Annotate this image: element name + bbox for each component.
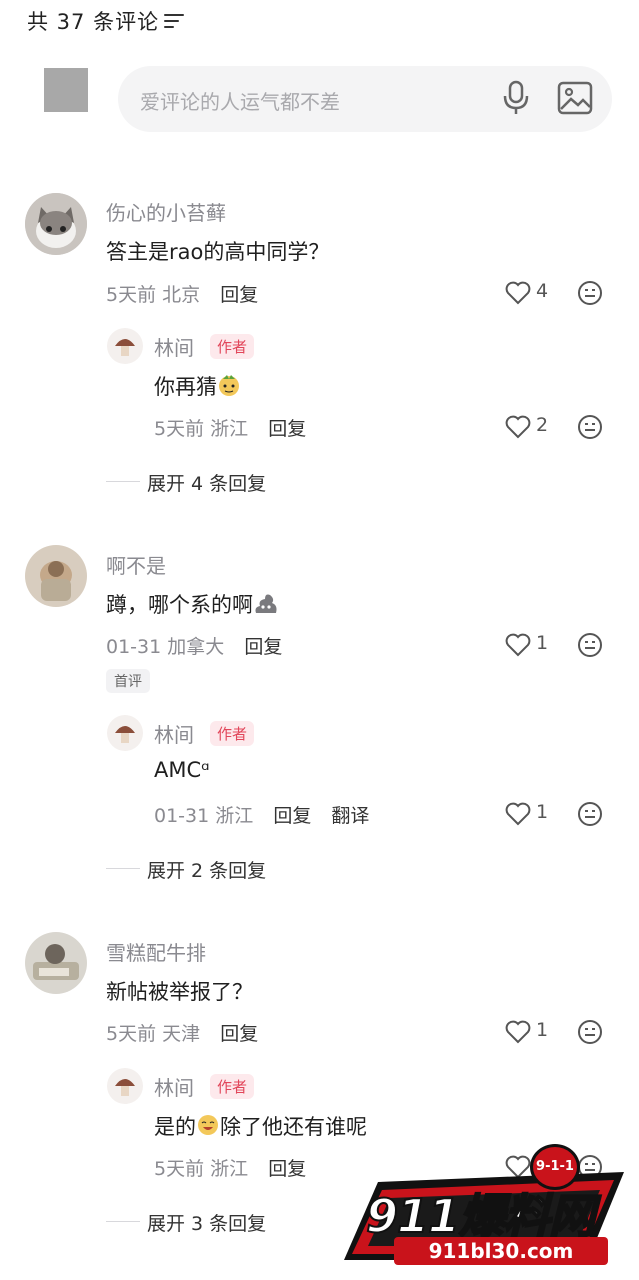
like-count: 1 [536,632,549,654]
comment-username[interactable]: 伤心的小苔藓 [106,197,226,226]
emoji-react-icon[interactable] [577,632,603,662]
reply-time: 5天前 [154,1158,205,1180]
emoji-react-icon[interactable] [577,414,603,444]
reply-location: 浙江 [215,805,254,827]
watermark-url: 911bl30.com [394,1237,608,1265]
expand-divider [106,481,140,482]
reply-text-before: 是的 [154,1115,196,1139]
expand-divider [106,868,140,869]
reply-time: 01-31 [154,805,210,827]
watermark-badge: 9-1-1 [530,1144,580,1190]
comment-meta: 5天前 天津 回复 [106,1019,258,1046]
expand-replies-button[interactable]: 展开 4 条回复 [147,469,266,496]
reply-button[interactable]: 回复 [268,1158,306,1180]
comment-text: 答主是rao的高中同学？ [106,240,330,264]
emoji-react-icon[interactable] [577,801,603,831]
translate-button[interactable]: 翻译 [331,805,369,827]
user-avatar[interactable] [25,932,87,994]
sort-filter-icon[interactable] [164,12,184,30]
like-count: 4 [536,280,549,302]
comment-username[interactable]: 雪糕配牛排 [106,937,206,966]
author-avatar[interactable] [107,715,143,751]
poop-emoji-icon [255,594,277,613]
comment-text: 蹲，哪个系的啊 [106,589,279,619]
expand-divider [106,1221,140,1222]
comment-location: 北京 [162,284,201,306]
user-avatar[interactable] [25,545,87,607]
expand-replies-button[interactable]: 展开 2 条回复 [147,856,266,883]
like-icon[interactable] [505,802,531,830]
author-avatar[interactable] [107,328,143,364]
reply-meta: 5天前 浙江 回复 [154,1154,306,1181]
comment-location: 加拿大 [167,636,225,658]
reply-button[interactable]: 回复 [268,418,306,440]
reply-button[interactable]: 回复 [220,1023,258,1045]
like-count: 2 [536,414,549,436]
reply-button[interactable]: 回复 [244,636,282,658]
comment-input[interactable]: 爱评论的人运气都不差 [118,66,612,132]
comment-meta: 01-31 加拿大 回复 [106,632,282,659]
like-icon[interactable] [505,1020,531,1048]
reply-button[interactable]: 回复 [273,805,311,827]
reply-text-content: 你再猜 [154,375,217,399]
comment-text: 新帖被举报了？ [106,980,253,1004]
reply-username[interactable]: 林间 [154,332,194,361]
reply-time: 5天前 [154,418,205,440]
reply-text: 你再猜 [154,371,241,401]
like-icon[interactable] [505,415,531,443]
comment-text-content: 蹲，哪个系的啊 [106,593,253,617]
comment-count-title: 共 37 条评论 [27,10,160,34]
comment-input-placeholder: 爱评论的人运气都不差 [140,90,340,114]
author-avatar[interactable] [107,1068,143,1104]
comment-username[interactable]: 啊不是 [106,550,166,579]
like-count: 1 [536,1019,549,1041]
like-icon[interactable] [505,633,531,661]
first-comment-tag: 首评 [106,669,150,693]
reply-meta: 01-31 浙江 回复 翻译 [154,801,369,828]
emoji-react-icon[interactable] [577,280,603,310]
my-avatar [44,68,88,112]
reply-button[interactable]: 回复 [220,284,258,306]
author-badge: 作者 [210,1074,255,1099]
comment-time: 01-31 [106,636,162,658]
sneaky-face-emoji-icon [219,375,239,396]
image-upload-icon[interactable] [557,81,593,119]
laughing-face-emoji-icon [198,1115,218,1135]
microphone-icon[interactable] [500,80,532,120]
comment-time: 5天前 [106,1023,157,1045]
watermark-logo: 911爆料网 911bl30.com 9-1-1 [338,1142,628,1270]
author-badge: 作者 [210,334,255,359]
like-count: 1 [536,801,549,823]
reply-text-after: 除了他还有谁呢 [220,1115,367,1139]
user-avatar[interactable] [25,193,87,255]
reply-location: 浙江 [210,1158,249,1180]
reply-username[interactable]: 林间 [154,1072,194,1101]
comment-meta: 5天前 北京 回复 [106,280,258,307]
reply-meta: 5天前 浙江 回复 [154,414,306,441]
like-icon[interactable] [505,281,531,309]
emoji-react-icon[interactable] [577,1019,603,1049]
expand-replies-button[interactable]: 展开 3 条回复 [147,1209,266,1236]
comment-location: 天津 [162,1023,201,1045]
author-badge: 作者 [210,721,255,746]
reply-text: 是的 除了他还有谁呢 [154,1111,367,1141]
reply-username[interactable]: 林间 [154,719,194,748]
comment-time: 5天前 [106,284,157,306]
reply-text: AMCᵅ [154,758,210,782]
reply-location: 浙江 [210,418,249,440]
